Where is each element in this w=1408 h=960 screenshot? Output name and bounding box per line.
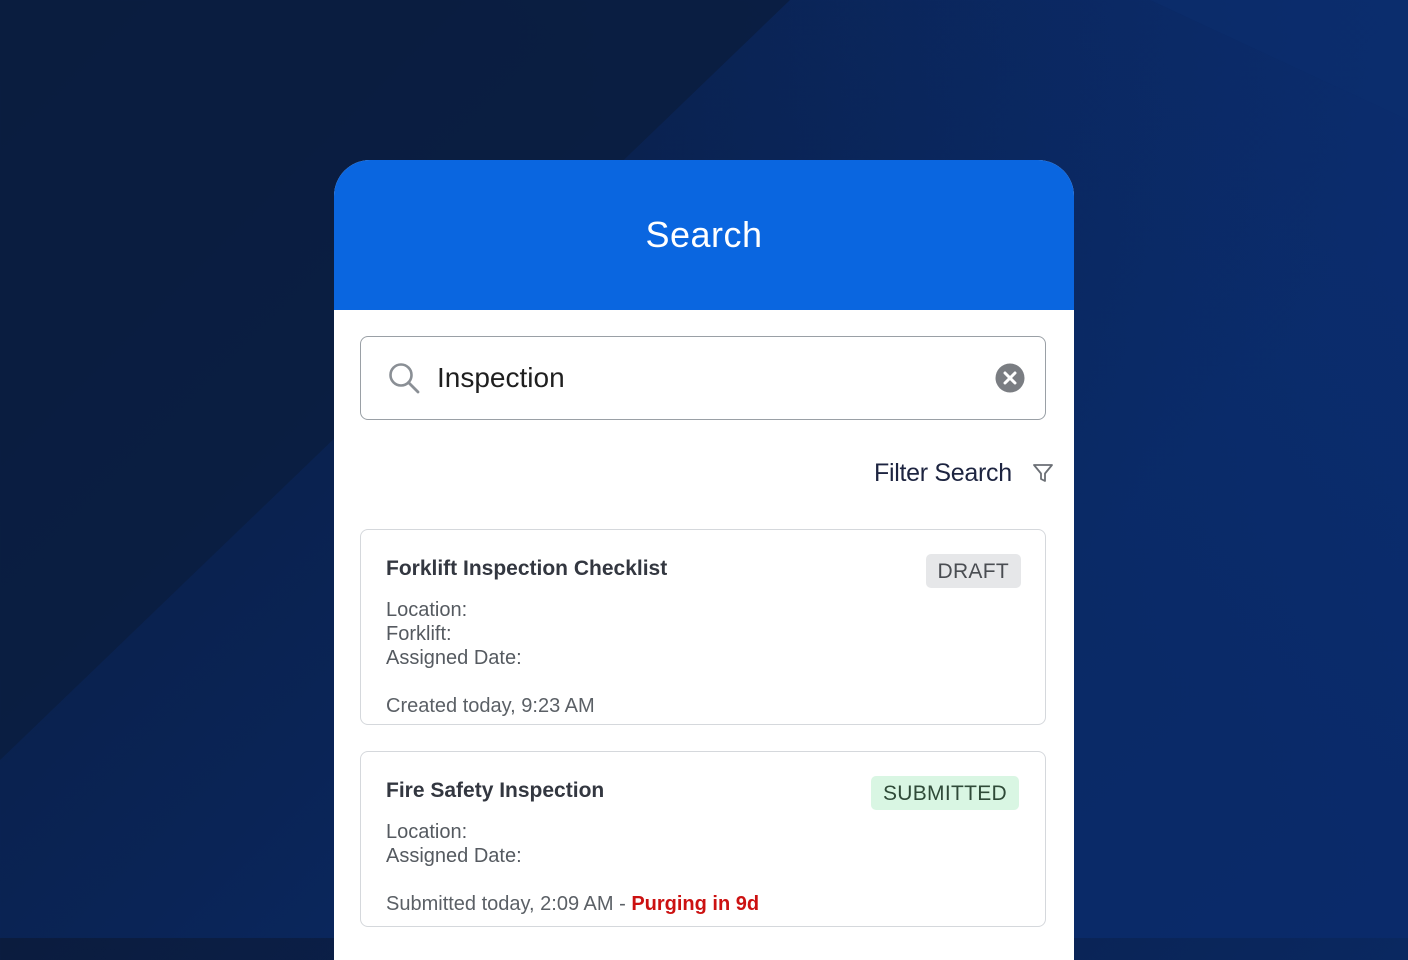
field-assigned-date: Assigned Date:	[386, 647, 522, 669]
status-badge: DRAFT	[925, 554, 1021, 588]
field-assigned-date: Assigned Date:	[386, 845, 522, 867]
result-meta: Submitted today, 2:09 AM -	[386, 893, 632, 915]
search-icon	[389, 363, 420, 394]
search-bar[interactable]	[360, 336, 1046, 420]
field-location: Location:	[386, 599, 468, 621]
result-card[interactable]: Forklift Inspection Checklist DRAFT Loca…	[360, 529, 1046, 725]
header-bar: Search	[334, 160, 1074, 310]
result-meta: Created today, 9:23 AM	[386, 695, 595, 717]
filter-search-button[interactable]: Filter Search	[874, 456, 1054, 490]
search-screen: Search Filter Search Forklift Inspection…	[334, 160, 1074, 960]
clear-icon[interactable]	[995, 363, 1025, 393]
status-badge: SUBMITTED	[870, 776, 1019, 810]
filter-icon	[1032, 464, 1053, 482]
result-title: Fire Safety Inspection	[386, 779, 605, 802]
field-forklift: Forklift:	[386, 623, 452, 645]
result-title: Forklift Inspection Checklist	[386, 557, 668, 580]
page-title: Search	[645, 214, 763, 255]
filter-search-label: Filter Search	[874, 458, 1012, 487]
purge-warning: Purging in 9d	[631, 893, 760, 915]
search-input[interactable]	[437, 355, 977, 401]
result-meta-line: Submitted today, 2:09 AM - Purging in 9d	[386, 893, 759, 916]
field-location: Location:	[386, 821, 468, 843]
result-card[interactable]: Fire Safety Inspection SUBMITTED Locatio…	[360, 751, 1046, 927]
